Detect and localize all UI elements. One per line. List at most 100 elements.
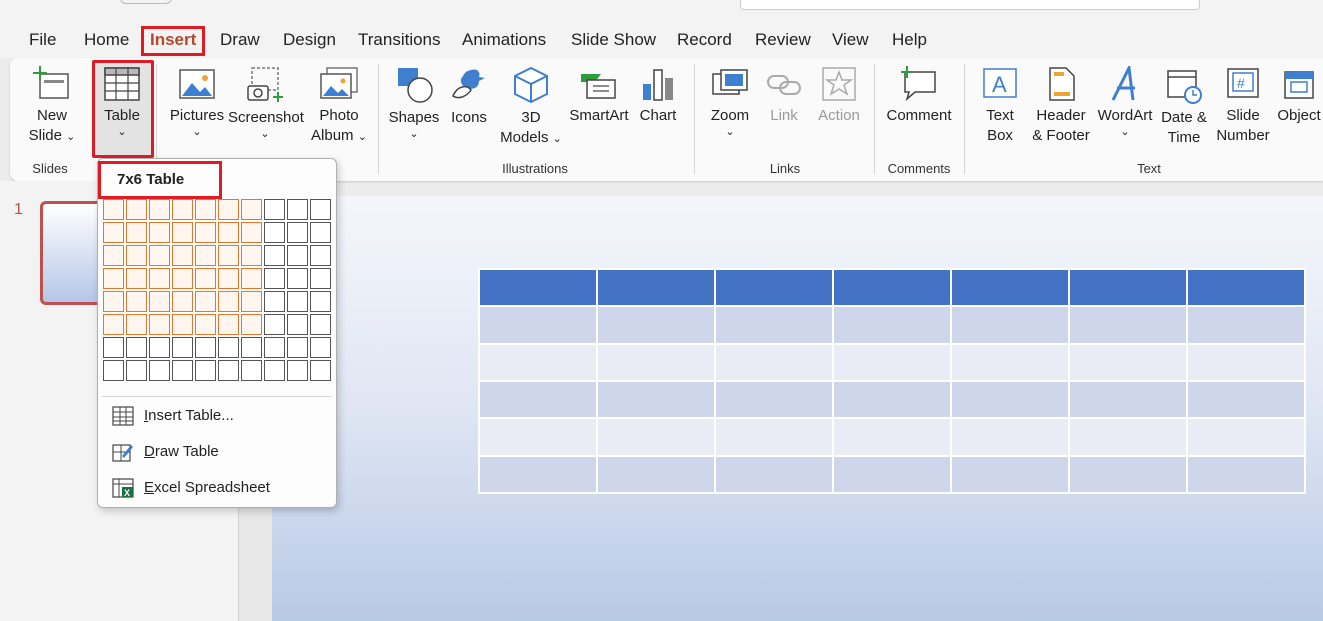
table-cell[interactable] <box>950 342 1070 382</box>
table-grid-cell[interactable] <box>172 245 193 266</box>
table-grid-cell[interactable] <box>195 314 216 335</box>
table-grid-cell[interactable] <box>103 222 124 243</box>
table-cell[interactable] <box>832 342 952 382</box>
3d-models-button[interactable]: 3D Models ⌄ <box>496 66 566 149</box>
table-cell[interactable] <box>714 305 834 345</box>
table-grid-cell[interactable] <box>149 222 170 243</box>
table-grid-cell[interactable] <box>310 222 331 243</box>
table-grid-cell[interactable] <box>103 268 124 289</box>
table-cell[interactable] <box>714 267 834 308</box>
table-grid-cell[interactable] <box>126 314 147 335</box>
insert-table-item[interactable]: Insert Table... <box>112 404 234 428</box>
table-grid-cell[interactable] <box>287 245 308 266</box>
pictures-button[interactable]: Pictures ⌄ <box>168 66 226 138</box>
table-cell[interactable] <box>950 267 1070 308</box>
table-grid-cell[interactable] <box>195 222 216 243</box>
table-cell[interactable] <box>950 305 1070 345</box>
table-cell[interactable] <box>478 379 598 420</box>
table-cell[interactable] <box>1068 417 1188 457</box>
table-grid-cell[interactable] <box>172 222 193 243</box>
text-box-button[interactable]: A Text Box <box>974 66 1026 146</box>
table-grid-cell[interactable] <box>218 245 239 266</box>
smartart-button[interactable]: SmartArt <box>566 66 632 126</box>
excel-spreadsheet-item[interactable]: X Excel Spreadsheet <box>112 476 270 500</box>
table-grid-cell[interactable] <box>310 245 331 266</box>
icons-button[interactable]: Icons <box>444 66 494 128</box>
table-cell[interactable] <box>950 454 1070 495</box>
table-grid-cell[interactable] <box>287 268 308 289</box>
table-cell[interactable] <box>1186 342 1306 382</box>
table-cell[interactable] <box>832 305 952 345</box>
table-cell[interactable] <box>714 342 834 382</box>
table-cell[interactable] <box>1186 305 1306 345</box>
table-grid-cell[interactable] <box>126 245 147 266</box>
table-grid-cell[interactable] <box>264 222 285 243</box>
table-grid-cell[interactable] <box>126 268 147 289</box>
table-grid-cell[interactable] <box>310 291 331 312</box>
table-grid-cell[interactable] <box>264 337 285 358</box>
table-cell[interactable] <box>596 454 716 495</box>
table-cell[interactable] <box>478 342 598 382</box>
table-cell[interactable] <box>1186 379 1306 420</box>
table-cell[interactable] <box>832 417 952 457</box>
header-footer-button[interactable]: Header & Footer <box>1028 66 1094 146</box>
table-cell[interactable] <box>832 379 952 420</box>
wordart-button[interactable]: WordArt ⌄ <box>1094 66 1156 138</box>
table-grid-cell[interactable] <box>241 291 262 312</box>
menu-transitions[interactable]: Transitions <box>356 28 443 52</box>
slide-number-button[interactable]: # Slide Number <box>1214 66 1272 146</box>
table-cell[interactable] <box>714 417 834 457</box>
table-grid-cell[interactable] <box>241 199 262 220</box>
table-grid-cell[interactable] <box>218 291 239 312</box>
table-cell[interactable] <box>1068 454 1188 495</box>
table-grid-cell[interactable] <box>126 337 147 358</box>
table-grid-cell[interactable] <box>126 199 147 220</box>
table-grid-cell[interactable] <box>172 314 193 335</box>
comment-button[interactable]: Comment <box>882 66 956 126</box>
table-grid-cell[interactable] <box>126 360 147 381</box>
table-grid-cell[interactable] <box>287 199 308 220</box>
menu-draw[interactable]: Draw <box>218 28 262 52</box>
table-cell[interactable] <box>1186 454 1306 495</box>
table-grid-cell[interactable] <box>310 337 331 358</box>
menu-file[interactable]: File <box>27 28 58 52</box>
table-button[interactable]: Table ⌄ <box>98 66 146 138</box>
table-grid-cell[interactable] <box>195 360 216 381</box>
search-box[interactable] <box>740 0 1200 10</box>
table-grid-cell[interactable] <box>310 314 331 335</box>
table-grid-cell[interactable] <box>264 360 285 381</box>
table-grid-cell[interactable] <box>264 291 285 312</box>
draw-table-item[interactable]: Draw Table <box>112 440 219 464</box>
table-grid-cell[interactable] <box>287 291 308 312</box>
table-grid-cell[interactable] <box>241 337 262 358</box>
table-cell[interactable] <box>950 417 1070 457</box>
table-grid-cell[interactable] <box>126 291 147 312</box>
table-cell[interactable] <box>596 417 716 457</box>
table-grid-cell[interactable] <box>310 199 331 220</box>
menu-home[interactable]: Home <box>82 28 131 52</box>
table-grid-cell[interactable] <box>218 199 239 220</box>
table-cell[interactable] <box>596 379 716 420</box>
table-grid-cell[interactable] <box>241 360 262 381</box>
table-grid-cell[interactable] <box>287 337 308 358</box>
table-cell[interactable] <box>1068 342 1188 382</box>
zoom-button[interactable]: Zoom ⌄ <box>706 66 754 138</box>
table-grid-cell[interactable] <box>241 314 262 335</box>
table-grid-cell[interactable] <box>149 314 170 335</box>
menu-view[interactable]: View <box>830 28 871 52</box>
table-cell[interactable] <box>596 267 716 308</box>
table-cell[interactable] <box>478 454 598 495</box>
table-grid-cell[interactable] <box>218 337 239 358</box>
table-grid-cell[interactable] <box>264 268 285 289</box>
table-cell[interactable] <box>596 305 716 345</box>
table-cell[interactable] <box>1068 379 1188 420</box>
date-time-button[interactable]: Date & Time <box>1156 66 1212 148</box>
table-grid-cell[interactable] <box>241 245 262 266</box>
table-grid-cell[interactable] <box>195 268 216 289</box>
table-grid-cell[interactable] <box>287 222 308 243</box>
shapes-button[interactable]: Shapes ⌄ <box>388 66 440 140</box>
table-grid-cell[interactable] <box>103 245 124 266</box>
table-grid-cell[interactable] <box>287 360 308 381</box>
table-grid-cell[interactable] <box>287 314 308 335</box>
table-grid-cell[interactable] <box>149 291 170 312</box>
